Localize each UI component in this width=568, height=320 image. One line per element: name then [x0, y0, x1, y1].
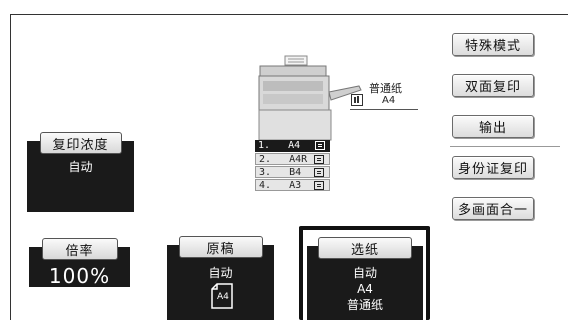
tray-size: B4	[289, 167, 302, 178]
bypass-underline	[350, 109, 418, 110]
ratio-panel[interactable]: 倍率 100%	[29, 238, 130, 288]
bypass-paper-size: A4	[382, 95, 396, 106]
tray-number: 3.	[259, 167, 272, 178]
paper-select-type: 普通纸	[346, 298, 383, 312]
original-mode: 自动	[208, 266, 233, 280]
bypass-paper-type: 普通纸	[369, 82, 402, 95]
bypass-tray-icon	[351, 94, 363, 106]
duplex-copy-button[interactable]: 双面复印	[452, 74, 534, 97]
id-card-copy-button[interactable]: 身份证复印	[452, 156, 534, 179]
original-button[interactable]: 原稿	[178, 236, 263, 258]
paper-select-panel[interactable]: 选纸 自动 A4 普通纸	[307, 237, 423, 320]
tray-size: A4	[288, 140, 301, 151]
multi-page-combine-button[interactable]: 多画面合一	[452, 197, 534, 220]
paper-select-button[interactable]: 选纸	[318, 237, 412, 259]
ratio-button[interactable]: 倍率	[41, 238, 118, 260]
paper-tray-list: 1. A4 2. A4R 3. B4 4. A3	[255, 140, 330, 195]
paper-stack-icon	[314, 155, 324, 164]
tray-4[interactable]: 4. A3	[255, 179, 330, 191]
paper-select-mode: 自动	[352, 266, 377, 280]
paper-select-size: A4	[357, 282, 373, 296]
density-button[interactable]: 复印浓度	[39, 132, 122, 154]
density-panel[interactable]: 复印浓度 自动	[27, 132, 134, 212]
original-panel[interactable]: 原稿 自动 A4	[167, 236, 274, 320]
tray-number: 1.	[258, 140, 271, 151]
tray-2[interactable]: 2. A4R	[255, 153, 330, 165]
tray-number: 2.	[259, 154, 272, 165]
ratio-value: 100%	[48, 264, 111, 288]
button-divider	[450, 146, 560, 147]
special-mode-button[interactable]: 特殊模式	[452, 33, 534, 56]
tray-3[interactable]: 3. B4	[255, 166, 330, 178]
tray-number: 4.	[259, 180, 272, 191]
original-size: A4	[217, 292, 229, 302]
tray-size: A4R	[289, 154, 308, 165]
tray-size: A3	[289, 180, 302, 191]
paper-stack-icon	[314, 181, 324, 190]
copier-illustration-icon	[258, 55, 362, 141]
density-value: 自动	[68, 160, 93, 174]
output-button[interactable]: 输出	[452, 115, 534, 138]
paper-stack-icon	[315, 141, 325, 150]
tray-1[interactable]: 1. A4	[255, 140, 330, 152]
paper-stack-icon	[314, 168, 324, 177]
